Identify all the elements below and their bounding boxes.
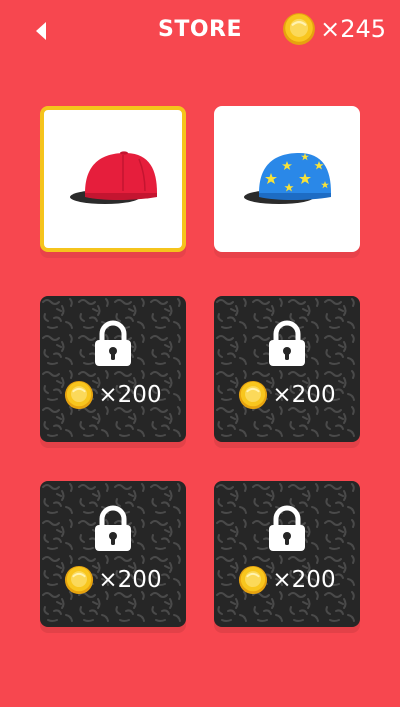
squiggle-pattern <box>214 296 360 442</box>
item-price: ×200 <box>40 565 186 595</box>
coin-balance-text: ×245 <box>320 15 386 43</box>
hat-card-red-cap[interactable] <box>40 106 186 252</box>
item-price-text: ×200 <box>272 382 336 408</box>
locked-item-card-2[interactable]: ×200 <box>214 296 360 442</box>
item-price: ×200 <box>214 565 360 595</box>
hat-card-star-cap[interactable] <box>214 106 360 252</box>
item-price-text: ×200 <box>98 567 162 593</box>
item-price-text: ×200 <box>272 567 336 593</box>
star-cap-icon <box>244 153 331 204</box>
item-price-text: ×200 <box>98 382 162 408</box>
red-cap-icon <box>70 151 157 204</box>
squiggle-pattern <box>214 481 360 627</box>
lock-icon <box>93 505 133 553</box>
lock-icon <box>267 505 307 553</box>
locked-item-card-3[interactable]: ×200 <box>40 481 186 627</box>
item-price: ×200 <box>40 380 186 410</box>
squiggle-pattern <box>40 481 186 627</box>
coin-icon <box>238 380 268 410</box>
coin-balance: ×245 <box>282 12 386 46</box>
coin-icon <box>282 12 316 46</box>
squiggle-pattern <box>40 296 186 442</box>
coin-icon <box>238 565 268 595</box>
lock-icon <box>93 320 133 368</box>
lock-icon <box>267 320 307 368</box>
coin-icon <box>64 380 94 410</box>
coin-icon <box>64 565 94 595</box>
header-bar: STORE ×245 <box>0 0 400 64</box>
locked-item-card-4[interactable]: ×200 <box>214 481 360 627</box>
locked-item-card-1[interactable]: ×200 <box>40 296 186 442</box>
item-price: ×200 <box>214 380 360 410</box>
